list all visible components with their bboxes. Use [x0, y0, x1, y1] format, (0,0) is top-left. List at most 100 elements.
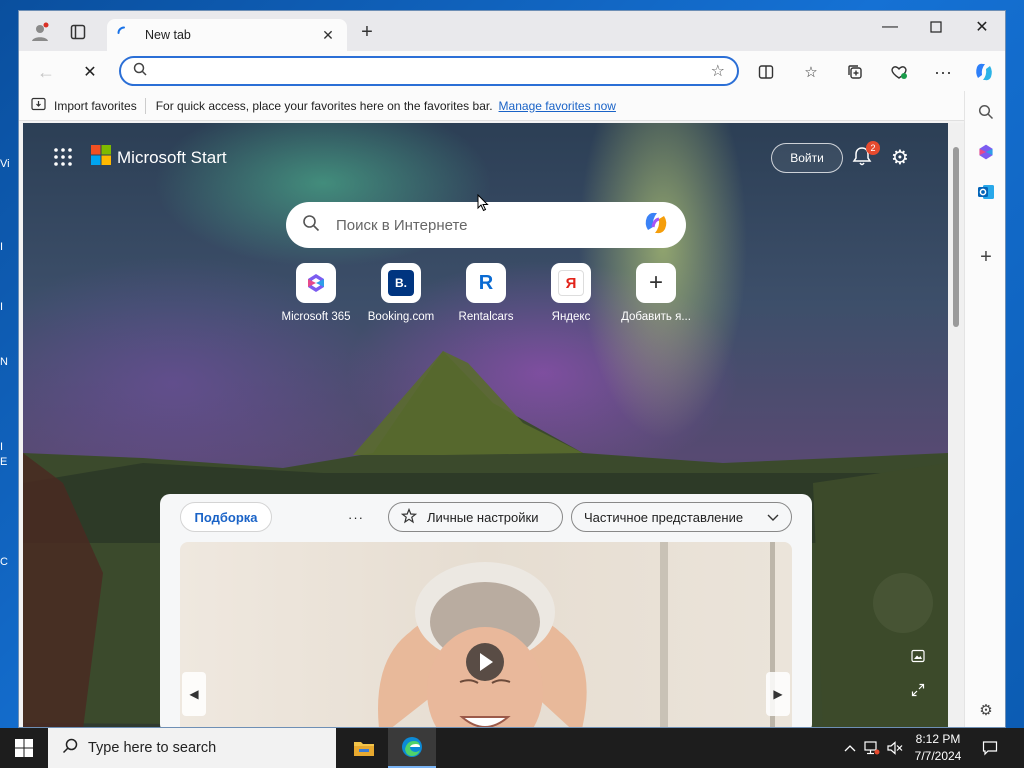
desktop-icon-label[interactable]: Vi [0, 157, 18, 171]
shortcut-label: Booking.com [367, 311, 435, 323]
sidebar-outlook-icon[interactable] [973, 179, 999, 205]
action-center-icon[interactable] [978, 736, 1002, 760]
tab-close-icon[interactable]: ✕ [319, 27, 337, 44]
booking-icon: B. [381, 263, 421, 303]
feed-video-thumbnail[interactable] [180, 542, 792, 727]
import-icon [31, 97, 46, 114]
yandex-glyph: Я [558, 270, 584, 296]
shortcut-yandex[interactable]: Я Яндекс [528, 263, 614, 323]
desktop-icon-label[interactable]: I [0, 440, 18, 454]
windows-logo-icon [15, 739, 33, 757]
desktop-icon-label[interactable]: E [0, 455, 18, 469]
start-button[interactable] [0, 728, 48, 768]
stop-loading-icon[interactable]: ✕ [75, 57, 105, 87]
minimize-button[interactable]: — [867, 11, 913, 43]
manage-favorites-link[interactable]: Manage favorites now [499, 99, 616, 113]
copilot-icon[interactable] [642, 210, 670, 241]
sidebar-microsoft-365-icon[interactable] [973, 139, 999, 165]
microsoft-logo-icon [91, 145, 111, 170]
shortcut-microsoft-365[interactable]: Microsoft 365 [273, 263, 359, 323]
shortcut-booking[interactable]: B. Booking.com [358, 263, 444, 323]
copilot-icon[interactable] [971, 59, 997, 85]
notification-badge: 2 [866, 141, 880, 155]
volume-muted-icon[interactable] [885, 738, 905, 758]
split-screen-icon[interactable] [753, 59, 779, 85]
file-explorer-icon[interactable] [340, 728, 388, 768]
view-mode-label: Частичное представление [584, 509, 744, 525]
browser-window: New tab ✕ + — ✕ ← ✕ ☆ ☆ ··· Import favor… [18, 10, 1006, 728]
collections-icon[interactable] [842, 59, 868, 85]
import-favorites-label: Import favorites [54, 98, 137, 113]
page-scrollbar[interactable] [948, 123, 964, 727]
expand-icon[interactable] [911, 683, 925, 702]
new-tab-icon[interactable]: + [356, 21, 378, 43]
search-placeholder: Поиск в Интернете [336, 216, 468, 234]
close-window-button[interactable]: ✕ [959, 11, 1005, 43]
taskbar: Type here to search 8:12 PM 7/7/2024 [0, 728, 1024, 768]
chevron-down-icon [767, 510, 779, 525]
tab-feed-selection[interactable]: Подборка [180, 502, 272, 532]
page-header: Microsoft Start [53, 145, 227, 170]
import-favorites-button[interactable]: Import favorites [19, 97, 146, 114]
taskbar-clock[interactable]: 8:12 PM 7/7/2024 [908, 731, 968, 765]
desktop-icon-label[interactable]: I [0, 300, 18, 314]
yandex-icon: Я [551, 263, 591, 303]
personalize-button[interactable]: Личные настройки [388, 502, 563, 532]
news-feed-panel: Подборка ··· Личные настройки Частичное … [160, 494, 812, 727]
booking-glyph: B. [388, 270, 414, 296]
desktop-icon-label[interactable]: C [0, 555, 18, 569]
more-options-icon[interactable]: ··· [930, 59, 956, 85]
sidebar-settings-icon[interactable]: ⚙ [973, 697, 999, 723]
clock-date: 7/7/2024 [914, 749, 962, 763]
sidebar-search-icon[interactable] [973, 99, 999, 125]
view-mode-dropdown[interactable]: Частичное представление [571, 502, 792, 532]
address-input[interactable] [157, 61, 711, 81]
profile-avatar-icon[interactable] [29, 21, 51, 43]
taskbar-search-box[interactable]: Type here to search [48, 728, 336, 768]
loading-spinner-icon [117, 26, 131, 45]
personalize-label: Личные настройки [427, 509, 539, 525]
shortcut-label: Яндекс [551, 311, 591, 323]
signin-button[interactable]: Войти [771, 143, 843, 173]
shortcut-label: Microsoft 365 [281, 311, 351, 323]
favorites-icon[interactable]: ☆ [798, 59, 824, 85]
shortcut-label: Добавить я... [621, 311, 691, 323]
browser-essentials-icon[interactable] [886, 59, 912, 85]
maximize-button[interactable] [913, 11, 959, 43]
title-bar: New tab ✕ + — ✕ [19, 11, 1005, 51]
personalize-icon [400, 507, 418, 527]
image-info-icon[interactable] [911, 649, 925, 666]
sidebar-add-icon[interactable]: + [973, 244, 999, 270]
favorite-star-icon[interactable]: ☆ [711, 61, 725, 81]
address-bar[interactable]: ☆ [119, 56, 739, 86]
shortcut-label: Rentalcars [458, 311, 514, 323]
scrollbar-thumb[interactable] [953, 147, 959, 327]
rentalcars-icon: R [466, 263, 506, 303]
shortcut-add[interactable]: + Добавить я... [613, 263, 699, 323]
carousel-prev-icon[interactable]: ◀ [182, 672, 206, 716]
edge-sidebar: + ⚙ [964, 91, 1005, 727]
carousel-next-icon[interactable]: ▶ [766, 672, 790, 716]
network-icon[interactable] [862, 738, 882, 758]
desktop-icon-label[interactable]: N [0, 355, 18, 369]
thumbnail-image [378, 542, 775, 727]
tab-new-tab[interactable]: New tab ✕ [107, 19, 347, 51]
back-arrow-icon[interactable]: ← [31, 57, 61, 87]
search-icon [62, 738, 78, 758]
brand-title[interactable]: Microsoft Start [117, 148, 227, 168]
rentalcars-glyph: R [478, 271, 494, 294]
microsoft-365-icon [296, 263, 336, 303]
show-hidden-icons-icon[interactable] [840, 738, 860, 758]
favorites-hint-text: For quick access, place your favorites h… [155, 98, 493, 113]
desktop-icon-label[interactable]: I [0, 240, 18, 254]
clock-time: 8:12 PM [915, 732, 961, 746]
tab-title: New tab [145, 28, 191, 42]
toolbar: ← ✕ ☆ ☆ ··· [19, 51, 1005, 91]
app-launcher-icon[interactable] [53, 147, 75, 169]
feed-more-button[interactable]: ··· [342, 502, 370, 532]
tab-actions-icon[interactable] [67, 21, 89, 43]
edge-taskbar-icon[interactable] [388, 728, 436, 768]
mouse-cursor-icon [477, 193, 489, 217]
shortcut-rentalcars[interactable]: R Rentalcars [443, 263, 529, 323]
settings-gear-icon[interactable]: ⚙ [891, 145, 917, 171]
